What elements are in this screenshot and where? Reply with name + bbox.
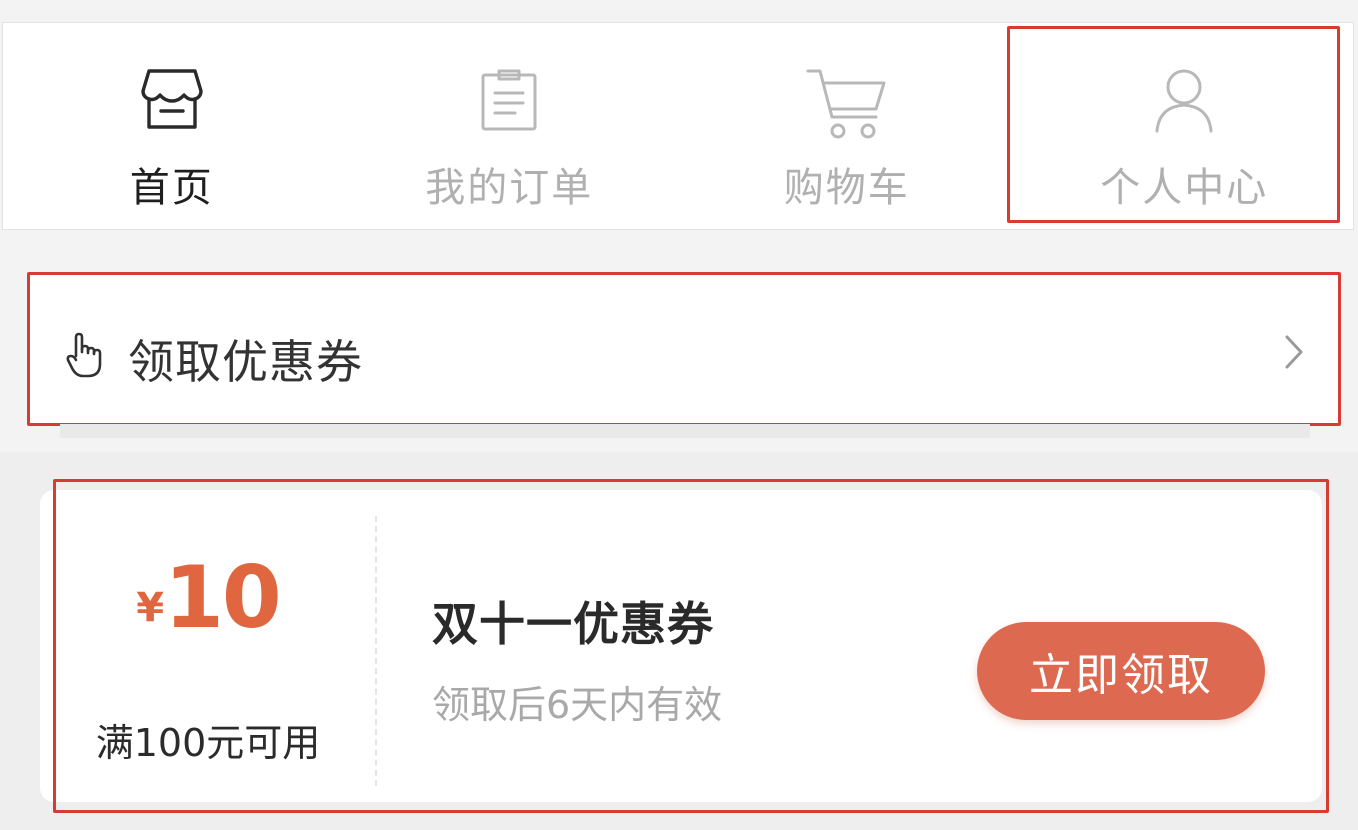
currency-symbol: ¥ bbox=[136, 585, 165, 631]
tab-cart-label: 购物车 bbox=[783, 165, 910, 211]
store-icon bbox=[139, 67, 205, 135]
coupon-value-panel: ¥10 满100元可用 bbox=[40, 490, 376, 802]
bottom-tab-bar: 首页 我的订单 购物车 个人中心 bbox=[2, 22, 1354, 230]
dashed-divider bbox=[375, 516, 377, 786]
coupon-price: ¥10 bbox=[40, 548, 376, 648]
user-icon bbox=[1153, 67, 1215, 137]
claim-now-button[interactable]: 立即领取 bbox=[977, 622, 1265, 720]
coupon-amount: 10 bbox=[164, 548, 282, 648]
order-list-icon bbox=[479, 67, 539, 137]
tab-home[interactable]: 首页 bbox=[3, 23, 341, 229]
coupon-card: ¥10 满100元可用 双十一优惠券 领取后6天内有效 立即领取 bbox=[40, 490, 1322, 802]
tab-profile-label: 个人中心 bbox=[1100, 165, 1269, 211]
chevron-right-icon bbox=[1284, 334, 1304, 374]
coupon-condition: 满100元可用 bbox=[95, 721, 321, 765]
tab-my-orders-label: 我的订单 bbox=[425, 165, 594, 211]
get-coupon-title: 领取优惠券 bbox=[128, 335, 363, 389]
hand-pointer-icon bbox=[66, 332, 102, 382]
tab-my-orders[interactable]: 我的订单 bbox=[341, 23, 679, 229]
cart-icon bbox=[806, 67, 888, 145]
coupon-validity: 领取后6天内有效 bbox=[432, 683, 723, 727]
divider bbox=[60, 424, 1310, 438]
screen: 首页 我的订单 购物车 个人中心 领取优惠券 ¥10 满100元可用 双十一优惠… bbox=[0, 0, 1358, 830]
tab-cart[interactable]: 购物车 bbox=[678, 23, 1016, 229]
get-coupon-entry[interactable]: 领取优惠券 bbox=[28, 274, 1340, 424]
tab-home-label: 首页 bbox=[129, 165, 214, 211]
tab-profile[interactable]: 个人中心 bbox=[1016, 23, 1354, 229]
coupon-name: 双十一优惠券 bbox=[432, 597, 714, 651]
